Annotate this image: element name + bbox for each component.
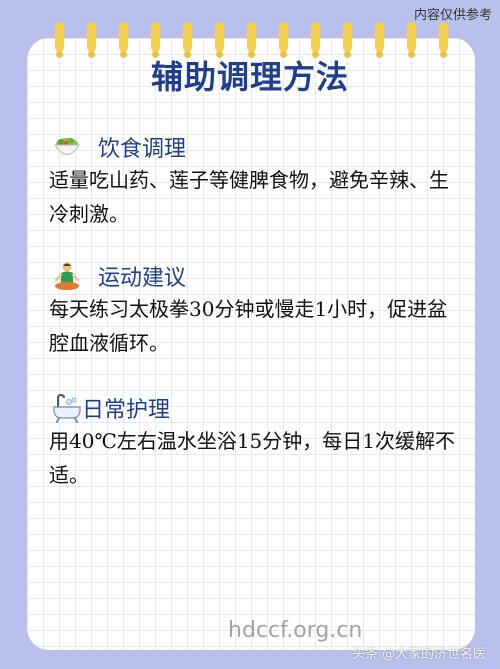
- binder-ring: [55, 22, 64, 58]
- page-title: 辅助调理方法: [150, 58, 349, 96]
- section-diet-heading: 饮食调理: [52, 131, 186, 163]
- section-exercise-text: 每天练习太极拳30分钟或慢走1小时，促进盆腔血液循环。: [49, 297, 448, 355]
- section-heading-label: 日常护理: [82, 398, 171, 423]
- binder-ring: [343, 22, 352, 58]
- binder-ring: [215, 22, 224, 58]
- section-care-text: 用40℃左右温水坐浴15分钟，每日1次缓解不适。: [49, 429, 455, 487]
- binder-ring: [311, 22, 320, 58]
- site-watermark: hdccf.org.cn: [228, 618, 363, 643]
- section-heading-label: 饮食调理: [98, 137, 187, 162]
- binder-ring: [375, 22, 384, 58]
- binder-ring: [183, 22, 192, 58]
- binder-ring: [407, 22, 416, 58]
- binder-ring: [119, 22, 128, 58]
- binder-ring: [151, 22, 160, 58]
- binder-ring: [279, 22, 288, 58]
- section-exercise-heading: 运动建议: [52, 260, 186, 292]
- bathtub-icon: [52, 393, 82, 423]
- section-diet-text: 适量吃山药、莲子等健脾食物，避免辛辣、生冷刺激。: [49, 168, 449, 226]
- salad-bowl-icon: [52, 132, 82, 162]
- binder-ring: [87, 22, 96, 58]
- binder-ring: [439, 22, 448, 58]
- section-heading-label: 运动建议: [98, 266, 187, 291]
- person-meditating-icon: [52, 261, 82, 291]
- binder-ring: [247, 22, 256, 58]
- account-watermark: 头条 @大家的济世名医: [351, 647, 486, 662]
- disclaimer-text: 内容仅供参考: [413, 8, 492, 23]
- section-care-heading: 日常护理: [52, 392, 170, 424]
